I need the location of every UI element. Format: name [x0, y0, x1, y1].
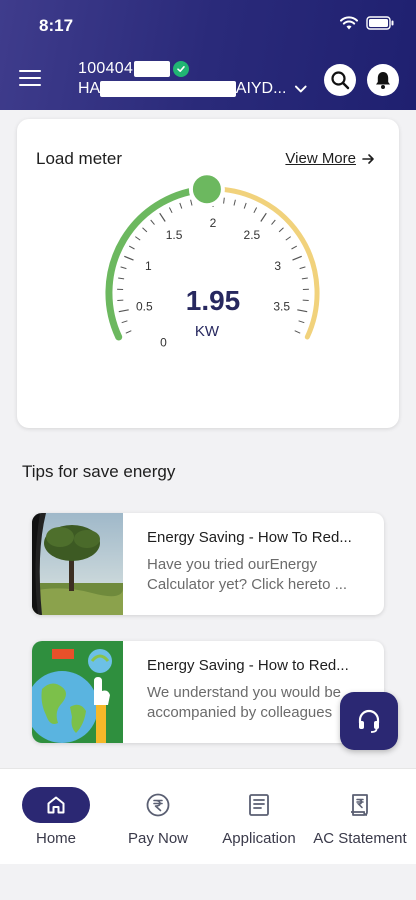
tip-card-1[interactable]: Energy Saving - How To Red... Have you t… — [32, 513, 384, 615]
gauge-tick — [292, 255, 302, 261]
nav-ac-statement[interactable]: AC Statement — [308, 787, 412, 847]
wifi-icon — [340, 16, 358, 30]
gauge-tick — [120, 266, 127, 270]
gauge-scale-label: 3 — [274, 259, 281, 273]
tip-card-2[interactable]: Energy Saving - How to Red... We underst… — [32, 641, 384, 743]
gauge-tick — [128, 245, 135, 250]
gauge-value: 1.95 — [186, 285, 241, 316]
gauge-scale-label: 0 — [160, 336, 167, 350]
tip-title: Energy Saving - How To Red... — [147, 529, 352, 546]
gauge-scale-label: 2.5 — [244, 228, 261, 242]
nav-label: Pay Now — [127, 830, 189, 847]
search-button[interactable] — [324, 64, 356, 96]
gauge-tick — [298, 320, 305, 324]
support-chat-button[interactable] — [340, 692, 398, 750]
gauge-scale-label: 1 — [145, 259, 152, 273]
gauge-tick — [299, 266, 306, 270]
gauge-scale-label: 2 — [210, 216, 217, 230]
tip-body: Have you tried ourEnergy Calculator yet?… — [147, 556, 348, 593]
gauge-tick — [291, 245, 298, 250]
gauge-tick — [118, 277, 125, 280]
gauge-tick — [118, 309, 129, 313]
gauge-tick — [150, 219, 155, 225]
gauge-tick — [142, 227, 148, 233]
gauge-knob — [188, 171, 225, 208]
gauge-tick — [190, 199, 193, 206]
headset-icon — [358, 709, 380, 733]
statement-icon — [351, 794, 368, 816]
account-selector[interactable]: 100404 HA AIYD... — [78, 60, 308, 98]
battery-icon — [366, 16, 394, 30]
nav-pay-now[interactable]: Pay Now — [106, 787, 210, 847]
gauge-tick — [278, 227, 284, 233]
tips-section-title: Tips for save energy — [22, 462, 176, 481]
gauge-tick — [124, 255, 134, 261]
gauge-scale-label: 3.5 — [273, 300, 290, 314]
home-icon — [47, 796, 65, 814]
nav-application[interactable]: Application — [207, 787, 311, 847]
tip-image-globe — [32, 641, 123, 743]
gauge-scale-label: 1.5 — [166, 228, 183, 242]
gauge-unit: KW — [195, 323, 220, 340]
tip-title: Energy Saving - How to Red... — [147, 657, 349, 674]
gauge-tick — [179, 202, 183, 209]
masked-digits — [134, 61, 171, 77]
gauge-tick — [121, 320, 128, 324]
status-time: 8:17 — [39, 16, 74, 35]
gauge-tick — [301, 277, 308, 280]
nav-label: Application — [222, 830, 296, 847]
notifications-button[interactable] — [367, 64, 399, 96]
gauge-tick — [271, 219, 276, 225]
gauge-tick — [233, 199, 236, 206]
gauge-tick — [297, 309, 308, 313]
gauge-scale-label: 0.5 — [136, 300, 153, 314]
bell-icon — [376, 72, 390, 89]
load-meter-card: Load meter View More 0 0.5 1 1.5 2 2.5 3 3.5 1.… — [17, 119, 399, 428]
gauge-tick — [168, 207, 173, 214]
verified-check-icon — [173, 61, 190, 77]
hamburger-menu-icon[interactable] — [19, 70, 41, 88]
bottom-navigation: Home Pay Now Application AC Statement — [0, 768, 416, 864]
gauge-tick — [135, 236, 141, 241]
status-icons — [340, 16, 394, 30]
gauge-tick — [243, 202, 247, 209]
tip-image-tree — [32, 513, 123, 615]
gauge-tick — [260, 212, 267, 222]
nav-home[interactable]: Home — [4, 787, 108, 847]
gauge-tick — [223, 197, 225, 204]
rupee-icon — [146, 793, 170, 817]
nav-label: Home — [35, 830, 76, 847]
account-number: 100404 — [78, 60, 134, 77]
nav-label: AC Statement — [313, 830, 407, 847]
account-name-end: AIYD... — [235, 80, 287, 97]
load-gauge: 0 0.5 1 1.5 2 2.5 3 3.5 1.95 KW — [105, 171, 320, 350]
search-icon — [331, 71, 350, 90]
gauge-tick — [294, 330, 301, 334]
gauge-tick — [285, 236, 291, 241]
gauge-tick — [159, 212, 166, 222]
account-name-start: HA — [78, 80, 101, 97]
document-icon — [249, 794, 269, 816]
gauge-tick — [125, 330, 132, 334]
gauge-tick — [253, 207, 258, 214]
masked-name — [100, 81, 236, 97]
chevron-down-icon[interactable] — [294, 84, 308, 94]
app-header: 8:17 100404 HA AIYD... — [0, 0, 416, 110]
tip-body: We understand you would be accompanied b… — [147, 684, 342, 721]
